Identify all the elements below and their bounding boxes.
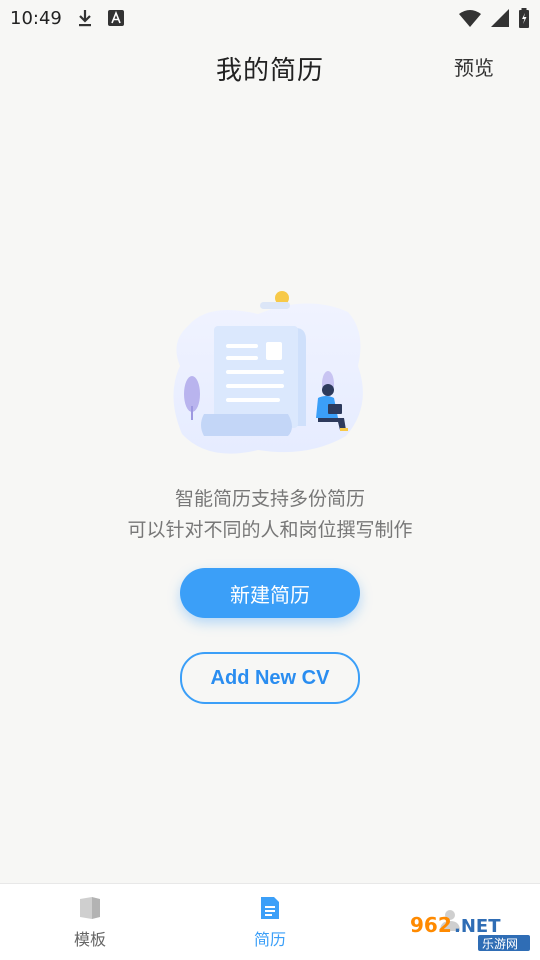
signal-icon [491,9,509,27]
download-icon [78,10,91,27]
new-resume-button[interactable]: 新建简历 [180,568,360,618]
font-app-icon [107,10,124,26]
wifi-icon [459,10,481,27]
add-new-cv-button[interactable]: Add New CV [180,652,360,704]
svg-text:乐游网: 乐游网 [482,937,518,951]
status-bar: 10:49 [0,0,540,36]
status-time: 10:49 [10,7,62,29]
template-icon [80,897,100,919]
description-line-1: 智能简历支持多份简历 [174,488,365,510]
svg-text:.NET: .NET [454,916,501,937]
preview-button[interactable]: 预览 [454,52,494,81]
document-icon [261,897,279,919]
svg-text:962: 962 [410,913,452,937]
empty-resume-illustration [173,291,363,454]
nav-item-template[interactable]: 模板 [0,884,180,960]
nav-item-resume[interactable]: 简历 [180,884,360,960]
description-line-2: 可以针对不同的人和岗位撰写制作 [127,519,413,541]
nav-label-resume: 简历 [253,930,286,949]
app-header: 我的简历 预览 [0,36,540,96]
empty-state-description: 智能简历支持多份简历 可以针对不同的人和岗位撰写制作 [0,484,540,546]
nav-label-template: 模板 [73,930,106,949]
site-watermark-logo: 962 .NET 乐游网 [404,913,532,952]
battery-icon [519,8,529,28]
